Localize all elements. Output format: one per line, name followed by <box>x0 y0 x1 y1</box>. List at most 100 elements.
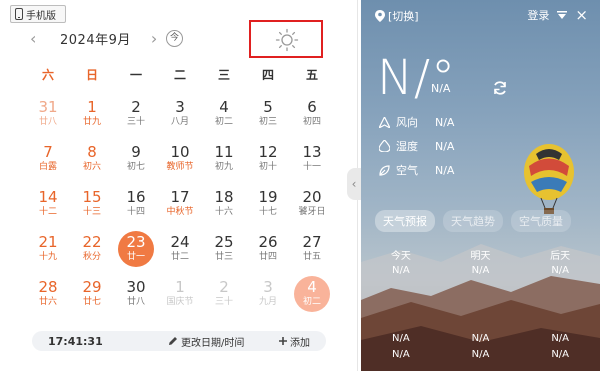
day-cell[interactable]: 10 教师节 <box>158 141 202 186</box>
tab-trend[interactable]: 天气趋势 <box>443 210 503 232</box>
day-cell[interactable]: 1 国庆节 <box>158 276 202 321</box>
day-cell[interactable]: 25 廿三 <box>202 231 246 276</box>
day-cell[interactable]: 2 三十 <box>114 96 158 141</box>
day-cell[interactable]: 15 十三 <box>70 186 114 231</box>
day-number: 5 <box>263 98 273 116</box>
forecast-night-values-1: N/A N/A N/A <box>361 330 600 346</box>
day-cell[interactable]: 9 初七 <box>114 141 158 186</box>
lunar-label: 初二 <box>302 297 321 307</box>
lunar-label: 廿九 <box>82 117 101 127</box>
lunar-label: 初四 <box>302 117 321 127</box>
day-cell[interactable]: 1 廿九 <box>70 96 114 141</box>
day-value: N/A <box>551 264 570 276</box>
prev-month-button[interactable]: ‹ <box>30 29 50 48</box>
week-row: 28 廿六 29 廿七 30 廿八 1 国庆节 2 三十 3 九月 4 初二 <box>26 276 334 321</box>
mobile-version-button[interactable]: 手机版 <box>10 5 66 23</box>
air-value: N/A <box>435 163 455 177</box>
night-value: N/A <box>471 332 490 344</box>
calendar-grid: 31 廿八 1 廿九 2 三十 3 八月 4 初二 5 初三 6 初四 7 白露 8 初六 9 初七 10 教师节 11 初九… <box>26 96 334 321</box>
tab-air-quality[interactable]: 空气质量 <box>511 210 571 232</box>
day-cell[interactable]: 11 初九 <box>202 141 246 186</box>
day-cell[interactable]: 8 初六 <box>70 141 114 186</box>
day-cell[interactable]: 23 廿一 <box>114 231 158 276</box>
day-cell[interactable]: 30 廿八 <box>114 276 158 321</box>
day-cell[interactable]: 12 初十 <box>246 141 290 186</box>
lunar-label: 廿四 <box>258 252 277 262</box>
day-number: 13 <box>302 143 322 161</box>
day-number: 2 <box>131 98 141 116</box>
lunar-label: 廿五 <box>302 252 321 262</box>
day-cell[interactable]: 5 初三 <box>246 96 290 141</box>
week-row: 14 十二 15 十三 16 十四 17 中秋节 18 十六 19 十七 20 饕牙日 <box>26 186 334 231</box>
footer-bar: 17:41:31 更改日期/时间 添加 <box>32 331 326 351</box>
lunar-label: 九月 <box>258 297 277 307</box>
menu-dropdown-icon[interactable] <box>557 11 568 19</box>
lunar-label: 廿三 <box>214 252 233 262</box>
day-cell[interactable]: 14 十二 <box>26 186 70 231</box>
day-cell[interactable]: 24 廿二 <box>158 231 202 276</box>
day-cell[interactable]: 16 十四 <box>114 186 158 231</box>
location-switch[interactable]: [切换] <box>375 8 419 24</box>
weather-details: 风向 N/A 湿度 N/A 空气 N/A <box>379 110 454 182</box>
wind-icon <box>379 116 390 128</box>
weekday-label: 日 <box>85 68 98 82</box>
day-cell[interactable]: 3 九月 <box>246 276 290 321</box>
next-month-button[interactable]: › <box>151 29 157 48</box>
day-cell[interactable]: 28 廿六 <box>26 276 70 321</box>
lunar-label: 十四 <box>126 207 145 217</box>
day-number: 28 <box>38 278 58 296</box>
day-cell[interactable]: 27 廿五 <box>290 231 334 276</box>
day-number: 21 <box>38 233 58 251</box>
collapse-panel-button[interactable]: ‹ <box>347 168 361 200</box>
login-link[interactable]: 登录 <box>527 7 549 23</box>
theme-toggle-highlight[interactable] <box>249 20 323 58</box>
mobile-version-label: 手机版 <box>26 10 56 22</box>
pencil-icon <box>169 337 177 345</box>
day-number: 20 <box>302 188 322 206</box>
weekday-label: 二 <box>173 68 186 82</box>
day-cell[interactable]: 7 白露 <box>26 141 70 186</box>
tab-forecast[interactable]: 天气预报 <box>375 210 435 232</box>
today-button[interactable]: 今 <box>166 30 183 47</box>
plus-icon <box>279 337 287 345</box>
night-value: N/A <box>391 348 410 360</box>
wind-row: 风向 N/A <box>379 110 454 134</box>
day-number: 19 <box>258 188 278 206</box>
window-controls: 登录 × <box>527 7 588 23</box>
month-label[interactable]: 2024年9月 <box>60 29 131 48</box>
day-cell[interactable]: 13 十一 <box>290 141 334 186</box>
day-number: 3 <box>263 278 273 296</box>
day-label: 今天 <box>390 250 411 262</box>
humidity-icon <box>379 140 390 152</box>
day-number: 9 <box>131 143 141 161</box>
day-cell[interactable]: 31 廿八 <box>26 96 70 141</box>
weekday-label: 三 <box>217 68 230 82</box>
lunar-label: 三十 <box>214 297 233 307</box>
day-cell[interactable]: 4 初二 <box>290 276 334 321</box>
close-button[interactable]: × <box>575 7 588 22</box>
day-cell[interactable]: 17 中秋节 <box>158 186 202 231</box>
add-button[interactable]: 添加 <box>278 334 310 349</box>
day-cell[interactable]: 22 秋分 <box>70 231 114 276</box>
change-datetime-button[interactable]: 更改日期/时间 <box>168 334 278 349</box>
refresh-icon[interactable] <box>492 80 508 96</box>
sun-icon[interactable] <box>275 28 299 52</box>
lunar-label: 十三 <box>82 207 101 217</box>
day-cell[interactable]: 18 十六 <box>202 186 246 231</box>
day-cell[interactable]: 29 廿七 <box>70 276 114 321</box>
day-cell[interactable]: 19 十七 <box>246 186 290 231</box>
day-cell[interactable]: 6 初四 <box>290 96 334 141</box>
day-number: 12 <box>258 143 278 161</box>
air-icon <box>379 164 390 176</box>
humidity-value: N/A <box>435 139 455 153</box>
day-cell[interactable]: 21 十九 <box>26 231 70 276</box>
day-cell[interactable]: 4 初二 <box>202 96 246 141</box>
day-number: 10 <box>170 143 190 161</box>
day-cell[interactable]: 26 廿四 <box>246 231 290 276</box>
day-cell[interactable]: 2 三十 <box>202 276 246 321</box>
lunar-label: 八月 <box>170 117 189 127</box>
day-cell[interactable]: 3 八月 <box>158 96 202 141</box>
lunar-label: 初九 <box>214 162 233 172</box>
day-cell[interactable]: 20 饕牙日 <box>290 186 334 231</box>
lunar-label: 十二 <box>38 207 57 217</box>
